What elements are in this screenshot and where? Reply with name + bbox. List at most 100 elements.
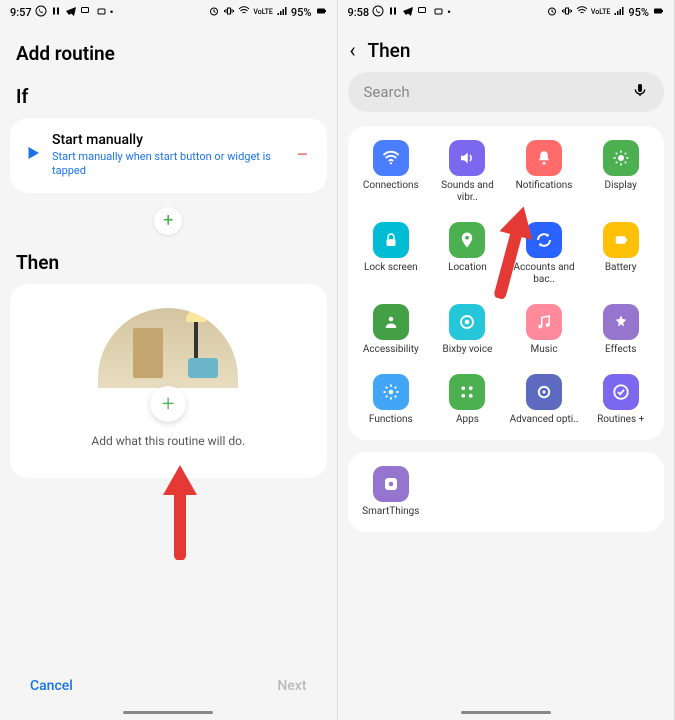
bixby-icon bbox=[449, 304, 485, 340]
grid-item-effects[interactable]: Effects bbox=[583, 304, 658, 356]
bell-icon bbox=[526, 140, 562, 176]
grid-item-label: Routines + bbox=[597, 414, 644, 426]
grid-item-person[interactable]: Accessibility bbox=[354, 304, 429, 356]
grid-item-label: Music bbox=[531, 344, 558, 356]
grid-item-lock[interactable]: Lock screen bbox=[354, 222, 429, 286]
whatsapp-icon bbox=[35, 5, 47, 20]
remove-button[interactable]: − bbox=[292, 143, 313, 168]
sun-icon bbox=[603, 140, 639, 176]
cancel-button[interactable]: Cancel bbox=[30, 678, 73, 694]
whatsapp-icon bbox=[372, 5, 384, 20]
music-icon bbox=[526, 304, 562, 340]
grid-item-label: Notifications bbox=[516, 180, 573, 192]
search-bar[interactable]: Search bbox=[348, 72, 665, 112]
status-bar: 9:58 • VoLTE 95% bbox=[338, 0, 675, 24]
then-section-title: Then bbox=[0, 243, 337, 284]
category-grid-card: ConnectionsSounds and vibr.. Notification… bbox=[348, 126, 665, 440]
bottom-bar: Cancel Next bbox=[0, 678, 337, 694]
pin-icon bbox=[449, 222, 485, 258]
if-item-subtitle: Start manually when start button or widg… bbox=[52, 150, 282, 179]
grid-item-sun[interactable]: Display bbox=[583, 140, 658, 204]
vibrate-icon bbox=[561, 5, 573, 20]
dot-icon: • bbox=[447, 6, 451, 19]
grid-item-label: Apps bbox=[456, 414, 479, 426]
signal-icon bbox=[613, 5, 625, 20]
back-button[interactable]: ‹ bbox=[350, 38, 356, 62]
chat-icon bbox=[417, 5, 429, 20]
page-title: Add routine bbox=[0, 24, 337, 77]
status-time: 9:58 bbox=[348, 6, 370, 19]
grid-item-gear[interactable]: Functions bbox=[354, 374, 429, 426]
grid-item-label: Functions bbox=[369, 414, 413, 426]
search-placeholder: Search bbox=[364, 83, 410, 101]
header-title: Then bbox=[368, 39, 411, 62]
next-button[interactable]: Next bbox=[277, 678, 306, 694]
sound-icon bbox=[449, 140, 485, 176]
grid-item-bell[interactable]: Notifications bbox=[507, 140, 582, 204]
grid-item-bixby[interactable]: Bixby voice bbox=[430, 304, 505, 356]
grid-item-apps[interactable]: Apps bbox=[430, 374, 505, 426]
chat2-icon bbox=[432, 5, 444, 20]
then-card[interactable]: + Add what this routine will do. bbox=[10, 284, 327, 479]
add-then-button[interactable]: + bbox=[150, 386, 186, 422]
extra-grid-card: SmartThings bbox=[348, 452, 665, 532]
grid-item-music[interactable]: Music bbox=[507, 304, 582, 356]
grid-item-label: Bixby voice bbox=[443, 344, 493, 356]
pause-icon bbox=[387, 5, 399, 20]
grid-item-battery[interactable]: Battery bbox=[583, 222, 658, 286]
alarm-icon bbox=[208, 5, 220, 20]
battery-percent: 95% bbox=[291, 6, 312, 19]
alarm-icon bbox=[546, 5, 558, 20]
pause-icon bbox=[50, 5, 62, 20]
grid-item-advanced[interactable]: Advanced opti.. bbox=[507, 374, 582, 426]
battery-icon bbox=[652, 5, 664, 20]
if-card[interactable]: Start manually Start manually when start… bbox=[10, 118, 327, 193]
room-illustration bbox=[98, 308, 238, 388]
grid-item-sync[interactable]: Accounts and bac.. bbox=[507, 222, 582, 286]
if-section-title: If bbox=[0, 77, 337, 118]
battery-icon bbox=[603, 222, 639, 258]
wifi-icon bbox=[373, 140, 409, 176]
lock-icon bbox=[373, 222, 409, 258]
sync-icon bbox=[526, 222, 562, 258]
grid-item-label: Battery bbox=[605, 262, 637, 274]
grid-item-check[interactable]: Routines + bbox=[583, 374, 658, 426]
grid-item-label: Lock screen bbox=[364, 262, 418, 274]
header: ‹ Then bbox=[338, 24, 675, 72]
status-time: 9:57 bbox=[10, 6, 32, 19]
grid-item-label: Sounds and vibr.. bbox=[432, 180, 502, 204]
chat2-icon bbox=[95, 5, 107, 20]
advanced-icon bbox=[526, 374, 562, 410]
signal-icon bbox=[276, 5, 288, 20]
apps-icon bbox=[449, 374, 485, 410]
person-icon bbox=[373, 304, 409, 340]
grid-item-wifi[interactable]: Connections bbox=[354, 140, 429, 204]
grid-item-sound[interactable]: Sounds and vibr.. bbox=[430, 140, 505, 204]
telegram-icon bbox=[402, 5, 414, 20]
smart-icon bbox=[373, 466, 409, 502]
mic-icon[interactable] bbox=[632, 82, 648, 102]
battery-percent: 95% bbox=[628, 6, 649, 19]
if-item-title: Start manually bbox=[52, 132, 282, 148]
then-hint: Add what this routine will do. bbox=[24, 434, 313, 448]
dot-icon: • bbox=[110, 6, 114, 19]
grid-item-pin[interactable]: Location bbox=[430, 222, 505, 286]
add-if-button[interactable]: + bbox=[154, 207, 182, 235]
grid-item-label: SmartThings bbox=[362, 506, 419, 518]
play-icon bbox=[24, 144, 42, 166]
status-bar: 9:57 • VoLTE 95% bbox=[0, 0, 337, 24]
vibrate-icon bbox=[223, 5, 235, 20]
battery-icon bbox=[315, 5, 327, 20]
grid-item-label: Accessibility bbox=[363, 344, 419, 356]
effects-icon bbox=[603, 304, 639, 340]
wifi-icon bbox=[238, 5, 250, 20]
chat-icon bbox=[80, 5, 92, 20]
telegram-icon bbox=[65, 5, 77, 20]
wifi-icon bbox=[576, 5, 588, 20]
check-icon bbox=[603, 374, 639, 410]
grid-item-smart[interactable]: SmartThings bbox=[354, 466, 429, 518]
grid-item-label: Effects bbox=[605, 344, 636, 356]
nav-indicator bbox=[461, 711, 551, 714]
phone-left: 9:57 • VoLTE 95% Add routine If bbox=[0, 0, 338, 720]
gear-icon bbox=[373, 374, 409, 410]
